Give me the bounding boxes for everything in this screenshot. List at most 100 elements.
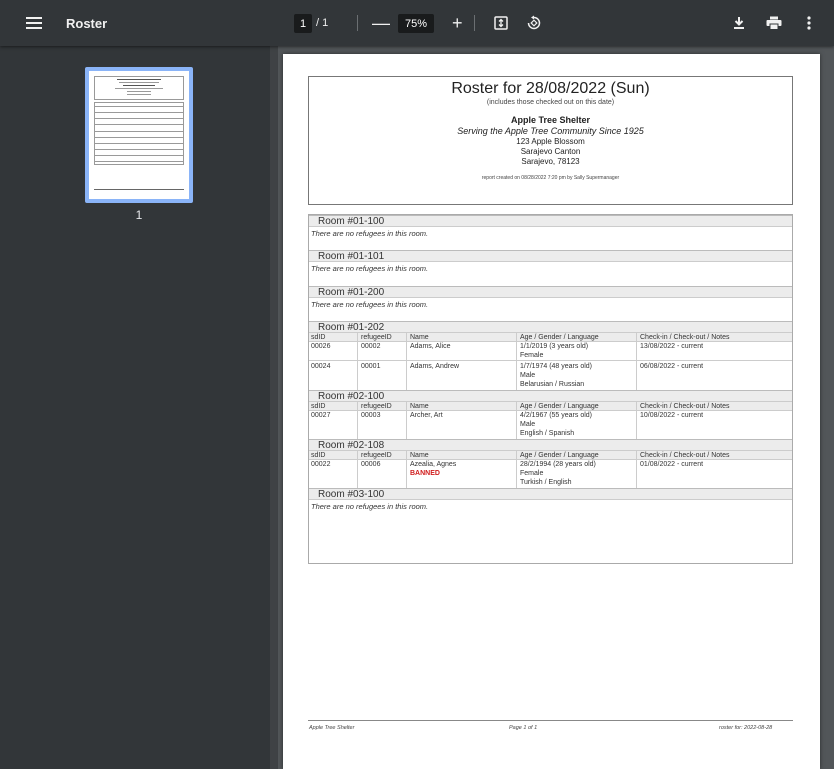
table-cell-gender: Female: [520, 352, 544, 359]
empty-room-note: There are no refugees in this room.: [311, 300, 429, 309]
footer-page: Page 1 of 1: [509, 725, 538, 731]
column-header: Name: [410, 334, 429, 341]
table-cell-refugeeid: 00001: [361, 363, 381, 370]
table-cell-language: English / Spanish: [520, 430, 575, 437]
column-header: refugeeID: [361, 334, 392, 341]
column-divider: [406, 333, 407, 390]
column-divider: [516, 333, 517, 390]
table-cell-age: 1/1/2019 (3 years old): [520, 343, 589, 350]
table-cell-sdid: 00026: [311, 343, 331, 350]
table-cell-refugeeid: 00002: [361, 343, 381, 350]
table-cell-refugeeid: 00006: [361, 461, 381, 468]
column-header: Name: [410, 403, 429, 410]
zoom-out-button[interactable]: —: [372, 0, 390, 46]
column-divider: [636, 333, 637, 390]
column-header: Age / Gender / Language: [520, 334, 599, 341]
column-header: refugeeID: [361, 452, 392, 459]
sidebar-scrollbar[interactable]: [270, 46, 278, 769]
column-divider: [406, 451, 407, 488]
table-cell-sdid: 00027: [311, 412, 331, 419]
room-header: Room #01-202: [309, 321, 792, 333]
table-cell-checkin: 01/08/2022 - current: [640, 461, 704, 468]
column-divider: [357, 451, 358, 488]
shelter-tagline: Serving the Apple Tree Community Since 1…: [457, 126, 644, 136]
column-header: Age / Gender / Language: [520, 403, 599, 410]
toolbar-divider: [357, 15, 358, 31]
table-cell-age: 1/7/1974 (48 years old): [520, 363, 592, 370]
more-options-icon[interactable]: [807, 0, 811, 46]
zoom-in-button[interactable]: +: [452, 0, 463, 46]
table-cell-name: Adams, Andrew: [410, 363, 460, 370]
table-cell-language: Belarusian / Russian: [520, 381, 585, 388]
viewer-toolbar: Roster 1 / 1 — 75% +: [0, 0, 834, 46]
banned-badge: BANNED: [410, 470, 440, 477]
document-title: Roster: [66, 15, 108, 31]
roster-table: Room #01-100 There are no refugees in th…: [308, 214, 793, 564]
page-number-input[interactable]: 1: [294, 14, 312, 33]
column-header: Check-in / Check-out / Notes: [640, 403, 730, 410]
room-header: Room #02-100: [309, 390, 792, 402]
column-divider: [357, 402, 358, 439]
column-header: refugeeID: [361, 403, 392, 410]
download-icon[interactable]: [732, 0, 746, 46]
empty-room-note: There are no refugees in this room.: [311, 502, 429, 511]
report-subtitle: (includes those checked out on this date…: [486, 99, 615, 106]
room-header: Room #02-108: [309, 439, 792, 451]
empty-room-note: There are no refugees in this room.: [311, 264, 429, 273]
column-header: Check-in / Check-out / Notes: [640, 334, 730, 341]
fit-to-page-icon[interactable]: [494, 0, 508, 46]
table-cell-sdid: 00022: [311, 461, 331, 468]
footer-left: Apple Tree Shelter: [309, 725, 355, 731]
report-title: Roster for 28/08/2022 (Sun): [451, 80, 650, 97]
column-header: Age / Gender / Language: [520, 452, 599, 459]
report-header: Roster for 28/08/2022 (Sun) (includes th…: [308, 76, 793, 205]
table-cell-checkin: 06/08/2022 - current: [640, 363, 704, 370]
pdf-page: Roster for 28/08/2022 (Sun) (includes th…: [283, 54, 820, 769]
page-thumbnail[interactable]: [85, 67, 193, 203]
thumbnail-page-number: 1: [135, 208, 143, 222]
table-cell-refugeeid: 00003: [361, 412, 381, 419]
column-divider: [516, 402, 517, 439]
address-line: Sarajevo Canton: [520, 147, 581, 156]
column-divider: [516, 451, 517, 488]
column-header: Name: [410, 452, 429, 459]
table-cell-language: Turkish / English: [520, 479, 572, 486]
table-cell-checkin: 10/08/2022 - current: [640, 412, 704, 419]
empty-room-note: There are no refugees in this room.: [311, 229, 429, 238]
footer-right: roster for: 2022-08-28: [719, 725, 773, 731]
column-divider: [406, 402, 407, 439]
table-cell-age: 4/2/1967 (55 years old): [520, 412, 592, 419]
table-cell-gender: Male: [520, 372, 536, 379]
column-divider: [357, 333, 358, 390]
report-created-note: report created on 08/28/2022 7:20 pm by …: [481, 175, 620, 181]
table-cell-name: Azealia, Agnes: [410, 461, 457, 468]
print-icon[interactable]: [766, 0, 782, 46]
page-total: / 1: [316, 17, 329, 29]
table-cell-checkin: 13/08/2022 - current: [640, 343, 704, 350]
shelter-name: Apple Tree Shelter: [510, 115, 591, 125]
table-cell-sdid: 00024: [311, 363, 331, 370]
menu-icon[interactable]: [24, 0, 44, 46]
zoom-input[interactable]: 75%: [398, 14, 434, 33]
column-header: Check-in / Check-out / Notes: [640, 452, 730, 459]
table-cell-age: 28/2/1994 (28 years old): [520, 461, 596, 468]
column-divider: [636, 451, 637, 488]
room-header: Room #03-100: [309, 488, 792, 500]
table-cell-gender: Male: [520, 421, 536, 428]
table-cell-name: Adams, Alice: [410, 343, 451, 350]
rotate-icon[interactable]: [526, 0, 542, 46]
room-header: Room #01-101: [309, 250, 792, 262]
column-header: sdID: [311, 403, 326, 410]
room-header: Room #01-200: [309, 286, 792, 298]
table-cell-name: Archer, Art: [410, 412, 443, 419]
column-header: sdID: [311, 334, 326, 341]
room-header: Room #01-100: [309, 215, 792, 227]
address-line: 123 Apple Blossom: [516, 137, 585, 146]
toolbar-divider: [474, 15, 475, 31]
address-line: Sarajevo, 78123: [521, 157, 580, 166]
footer-divider: [308, 720, 793, 721]
column-divider: [636, 402, 637, 439]
table-cell-gender: Female: [520, 470, 544, 477]
column-header: sdID: [311, 452, 326, 459]
row-divider: [309, 360, 792, 361]
